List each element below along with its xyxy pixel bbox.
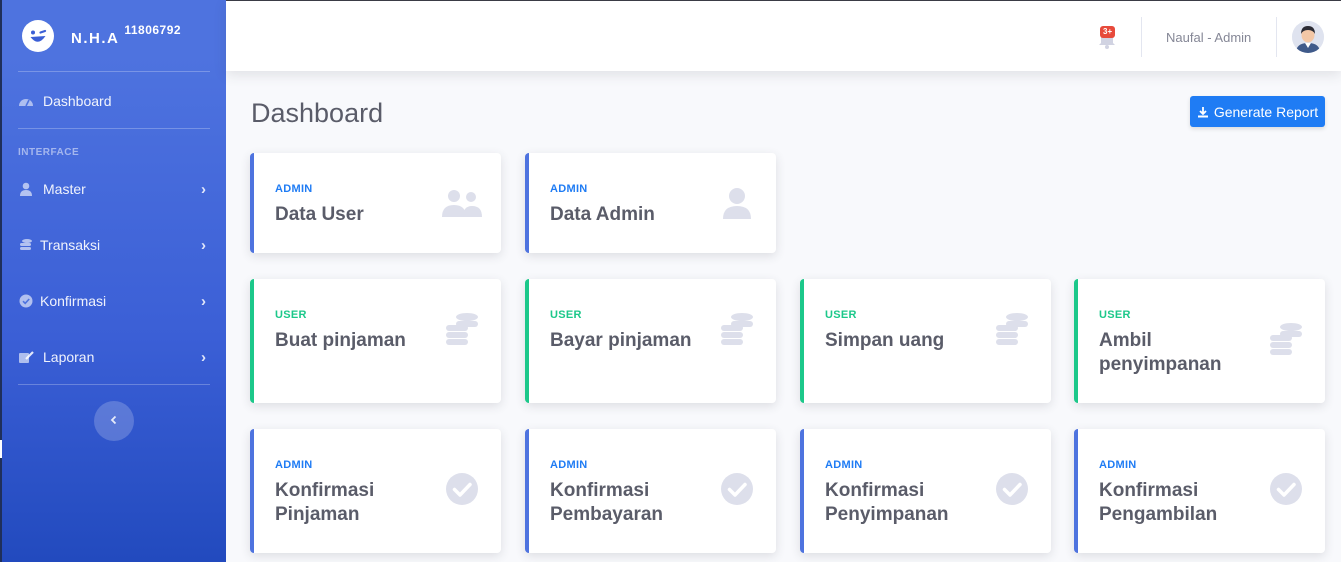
coins-icon: [18, 237, 34, 253]
generate-report-button[interactable]: Generate Report: [1190, 96, 1325, 127]
coins-icon: [441, 311, 483, 347]
check-circle-icon: [716, 471, 758, 507]
chevron-right-icon: ›: [201, 181, 206, 198]
sidebar-divider: [18, 384, 210, 385]
card-title: Data User: [275, 204, 364, 225]
chevron-right-icon: ›: [201, 349, 206, 366]
sidebar: N.H.A 11806792 Dashboard INTERFACE Maste…: [0, 0, 226, 562]
sidebar-item-label: Laporan: [43, 349, 95, 365]
page-title: Dashboard: [251, 98, 384, 128]
generate-report-label: Generate Report: [1213, 103, 1319, 120]
card-category: USER: [825, 309, 857, 321]
card-data-admin[interactable]: ADMIN Data Admin: [525, 153, 776, 253]
sidebar-toggle-button[interactable]: [94, 401, 134, 441]
sidebar-item-master[interactable]: Master ›: [18, 178, 210, 200]
card-title: Konfirmasi Pengambilan: [1099, 480, 1218, 525]
check-circle-icon: [1265, 471, 1307, 507]
card-category: ADMIN: [550, 183, 588, 195]
download-icon: [1197, 106, 1209, 118]
check-circle-icon: [18, 293, 34, 309]
card-category: ADMIN: [1099, 459, 1137, 471]
avatar[interactable]: [1292, 21, 1324, 53]
brand-id: 11806792: [124, 23, 182, 37]
card-category: USER: [275, 309, 307, 321]
sidebar-divider: [18, 71, 210, 72]
sidebar-item-label: Master: [43, 181, 86, 197]
card-title: Bayar pinjaman: [550, 330, 692, 351]
user-name[interactable]: Naufal - Admin: [1166, 30, 1251, 45]
alert-count-badge: 3+: [1100, 26, 1116, 38]
brand[interactable]: N.H.A 11806792: [22, 18, 181, 54]
card-category: ADMIN: [825, 459, 863, 471]
coins-icon: [1265, 321, 1307, 357]
card-data-user[interactable]: ADMIN Data User: [250, 153, 501, 253]
check-circle-icon: [991, 471, 1033, 507]
edit-icon: [18, 349, 34, 365]
check-circle-icon: [441, 471, 483, 507]
coins-icon: [991, 311, 1033, 347]
card-konfirmasi-pinjaman[interactable]: ADMIN Konfirmasi Pinjaman: [250, 429, 501, 553]
card-konfirmasi-penyimpanan[interactable]: ADMIN Konfirmasi Penyimpanan: [800, 429, 1051, 553]
chevron-right-icon: ›: [201, 293, 206, 310]
card-title: Konfirmasi Pinjaman: [275, 480, 375, 525]
laugh-wink-icon: [22, 20, 54, 52]
sidebar-item-label: Transaksi: [40, 237, 101, 253]
sidebar-divider: [18, 128, 210, 129]
card-category: USER: [1099, 309, 1131, 321]
user-icon: [716, 185, 758, 221]
card-title: Buat pinjaman: [275, 330, 406, 351]
topbar: 3+ Naufal - Admin: [226, 0, 1341, 71]
coins-icon: [716, 311, 758, 347]
chevron-left-icon: [109, 412, 119, 430]
chevron-right-icon: ›: [201, 237, 206, 254]
card-ambil-penyimpanan[interactable]: USER Ambil penyimpanan: [1074, 279, 1325, 403]
topbar-divider: [1276, 17, 1277, 57]
card-category: ADMIN: [275, 459, 313, 471]
sidebar-item-konfirmasi[interactable]: Konfirmasi ›: [18, 290, 210, 312]
user-icon: [18, 181, 34, 197]
card-title: Ambil penyimpanan: [1099, 330, 1222, 375]
card-simpan-uang[interactable]: USER Simpan uang: [800, 279, 1051, 403]
card-title: Konfirmasi Penyimpanan: [825, 480, 949, 525]
card-category: USER: [550, 309, 582, 321]
sidebar-heading: INTERFACE: [18, 147, 80, 158]
card-buat-pinjaman[interactable]: USER Buat pinjaman: [250, 279, 501, 403]
topbar-divider: [1141, 17, 1142, 57]
tachometer-icon: [18, 93, 34, 109]
card-title: Data Admin: [550, 204, 655, 225]
card-konfirmasi-pengambilan[interactable]: ADMIN Konfirmasi Pengambilan: [1074, 429, 1325, 553]
sidebar-item-transaksi[interactable]: Transaksi ›: [18, 234, 210, 256]
sidebar-item-label: Konfirmasi: [40, 293, 107, 309]
card-title: Konfirmasi Pembayaran: [550, 480, 664, 525]
sidebar-item-dashboard[interactable]: Dashboard: [18, 90, 210, 112]
card-category: ADMIN: [275, 183, 313, 195]
card-bayar-pinjaman[interactable]: USER Bayar pinjaman: [525, 279, 776, 403]
window-edge: [0, 0, 2, 562]
sidebar-item-laporan[interactable]: Laporan ›: [18, 346, 210, 368]
card-category: ADMIN: [550, 459, 588, 471]
users-icon: [441, 185, 483, 221]
sidebar-item-label: Dashboard: [43, 93, 112, 109]
card-title: Simpan uang: [825, 330, 945, 351]
brand-name: N.H.A: [71, 29, 120, 47]
card-konfirmasi-pembayaran[interactable]: ADMIN Konfirmasi Pembayaran: [525, 429, 776, 553]
